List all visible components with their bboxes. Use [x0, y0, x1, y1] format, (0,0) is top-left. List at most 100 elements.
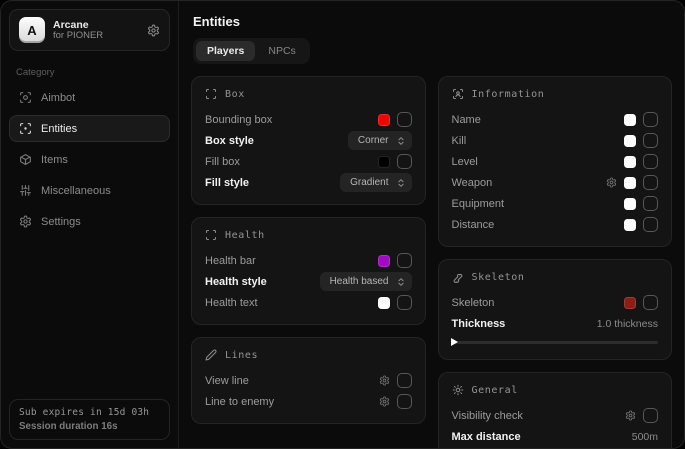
thickness-slider[interactable]	[452, 337, 659, 348]
color-swatch[interactable]	[624, 135, 636, 147]
bone-icon	[452, 271, 464, 283]
settings-grid: Box Bounding box Box style Corner	[191, 76, 672, 449]
sidebar-item-items[interactable]: Items	[9, 146, 170, 173]
fill-style-dropdown[interactable]: Gradient	[340, 173, 411, 192]
sidebar-item-aimbot[interactable]: Aimbot	[9, 84, 170, 111]
card-title: Information	[472, 89, 545, 100]
row-label: Visibility check	[452, 410, 523, 422]
color-swatch[interactable]	[378, 156, 390, 168]
row-label: Name	[452, 114, 481, 126]
color-swatch[interactable]	[624, 219, 636, 231]
card-title: Box	[225, 89, 245, 100]
row-label: Max distance	[452, 431, 521, 443]
checkbox[interactable]	[643, 217, 658, 232]
general-card: General Visibility check Max distance	[438, 372, 673, 449]
color-swatch[interactable]	[378, 114, 390, 126]
sidebar-item-label: Aimbot	[41, 92, 75, 104]
setting-row-weapon: Weapon	[452, 172, 659, 193]
setting-row-distance: Distance	[452, 214, 659, 235]
color-swatch[interactable]	[378, 297, 390, 309]
row-label: Health bar	[205, 255, 256, 267]
setting-row-bounding-box: Bounding box	[205, 109, 412, 130]
color-swatch[interactable]	[624, 156, 636, 168]
row-settings-button[interactable]	[606, 177, 617, 188]
checkbox[interactable]	[397, 154, 412, 169]
gear-icon	[19, 215, 32, 228]
max-distance-value: 500m	[632, 431, 658, 443]
tab-npcs[interactable]: NPCs	[257, 41, 306, 61]
color-swatch[interactable]	[624, 114, 636, 126]
checkbox[interactable]	[643, 112, 658, 127]
setting-row-equipment: Equipment	[452, 193, 659, 214]
setting-row-fill-box: Fill box	[205, 151, 412, 172]
category-label: Category	[16, 67, 170, 78]
checkbox[interactable]	[643, 133, 658, 148]
crosshair-icon	[19, 91, 32, 104]
dropdown-value: Health based	[330, 276, 389, 287]
checkbox[interactable]	[643, 175, 658, 190]
sidebar-item-label: Entities	[41, 123, 77, 135]
sidebar-header: A Arcane for PIONER	[9, 9, 170, 51]
tab-players[interactable]: Players	[196, 41, 255, 61]
sidebar: A Arcane for PIONER Category Aimbot Enti…	[1, 1, 179, 448]
checkbox[interactable]	[643, 408, 658, 423]
chevrons-up-down-icon	[396, 178, 406, 188]
checkbox[interactable]	[397, 394, 412, 409]
color-swatch[interactable]	[624, 297, 636, 309]
row-label: Level	[452, 156, 478, 168]
row-label: Equipment	[452, 198, 505, 210]
color-swatch[interactable]	[378, 255, 390, 267]
sidebar-item-entities[interactable]: Entities	[9, 115, 170, 142]
setting-row-kill: Kill	[452, 130, 659, 151]
row-label: Fill box	[205, 156, 240, 168]
app-subtitle: for PIONER	[53, 31, 103, 42]
color-swatch[interactable]	[624, 177, 636, 189]
row-label: Bounding box	[205, 114, 272, 126]
scan-icon	[205, 88, 217, 100]
header-settings-button[interactable]	[147, 24, 160, 37]
gear-icon	[625, 410, 636, 421]
checkbox[interactable]	[643, 154, 658, 169]
setting-row-fill-style: Fill style Gradient	[205, 172, 412, 193]
pencil-icon	[205, 349, 217, 361]
lines-card-header: Lines	[205, 347, 412, 363]
session-duration-text: Session duration 16s	[19, 421, 160, 432]
checkbox[interactable]	[643, 295, 658, 310]
lines-card: Lines View line Line to enemy	[191, 337, 426, 424]
entities-icon	[19, 122, 32, 135]
health-style-dropdown[interactable]: Health based	[320, 272, 412, 291]
setting-row-box-style: Box style Corner	[205, 130, 412, 151]
checkbox[interactable]	[643, 196, 658, 211]
slider-track[interactable]	[452, 341, 659, 344]
gear-icon	[379, 396, 390, 407]
sidebar-item-label: Settings	[41, 216, 81, 228]
row-label: View line	[205, 375, 249, 387]
app-window: A Arcane for PIONER Category Aimbot Enti…	[0, 0, 685, 449]
card-title: Health	[225, 230, 265, 241]
checkbox[interactable]	[397, 253, 412, 268]
card-title: General	[472, 385, 518, 396]
sidebar-item-settings[interactable]: Settings	[9, 208, 170, 235]
box-card-header: Box	[205, 86, 412, 102]
setting-row-skeleton: Skeleton	[452, 292, 659, 313]
left-column: Box Bounding box Box style Corner	[191, 76, 426, 424]
color-swatch[interactable]	[624, 198, 636, 210]
row-settings-button[interactable]	[379, 375, 390, 386]
checkbox[interactable]	[397, 112, 412, 127]
row-label: Kill	[452, 135, 467, 147]
slider-thumb[interactable]	[451, 338, 458, 346]
box-style-dropdown[interactable]: Corner	[348, 131, 412, 150]
right-column: Information Name Kill	[438, 76, 673, 449]
row-settings-button[interactable]	[379, 396, 390, 407]
row-settings-button[interactable]	[625, 410, 636, 421]
dropdown-value: Corner	[358, 135, 389, 146]
checkbox[interactable]	[397, 295, 412, 310]
row-label: Distance	[452, 219, 495, 231]
setting-row-name: Name	[452, 109, 659, 130]
sidebar-item-miscellaneous[interactable]: Miscellaneous	[9, 177, 170, 204]
setting-row-thickness: Thickness 1.0 thickness	[452, 313, 659, 334]
gear-icon	[379, 375, 390, 386]
chevrons-up-down-icon	[396, 136, 406, 146]
checkbox[interactable]	[397, 373, 412, 388]
scan-icon	[205, 229, 217, 241]
